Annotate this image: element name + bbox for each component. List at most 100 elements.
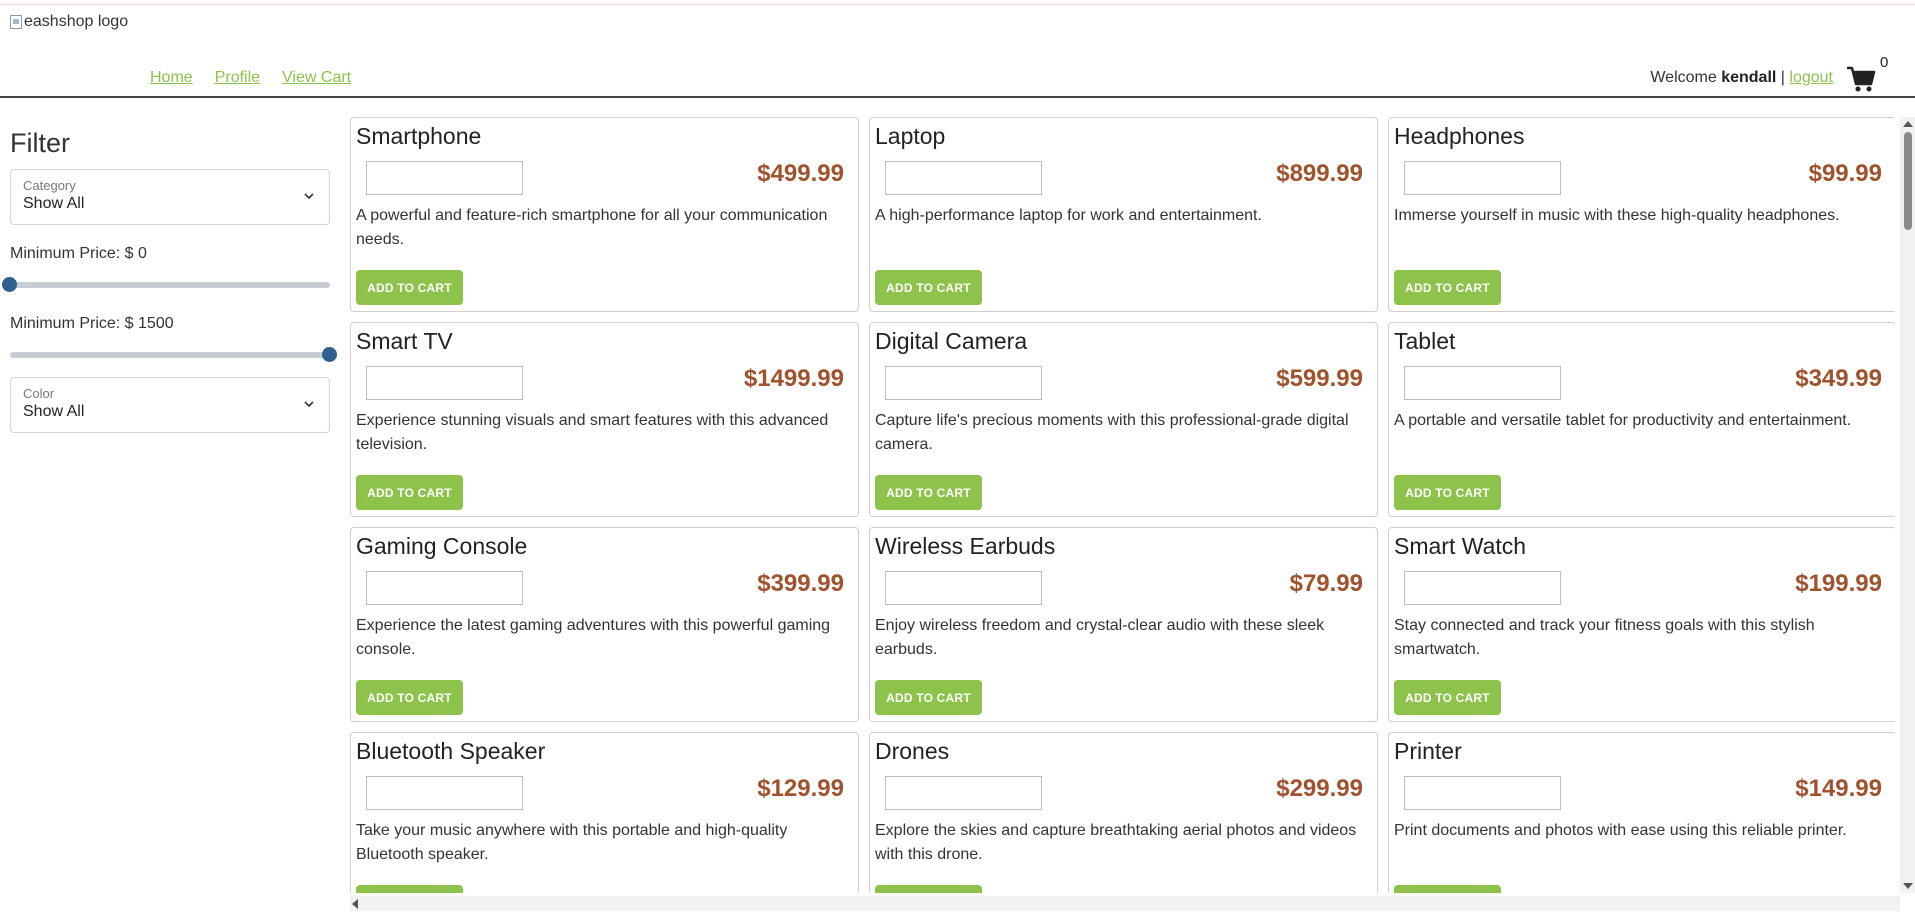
product-card: Tablet $349.99 A portable and versatile ta… [1388,322,1895,517]
add-to-cart-button[interactable]: ADD TO CART [1394,270,1501,305]
product-card: Printer $149.99 Print documents and photos… [1388,732,1895,893]
slider-track [10,352,330,358]
product-price: $99.99 [1808,160,1882,187]
add-to-cart-button[interactable]: ADD TO CART [356,680,463,715]
max-price-label: Minimum Price: $ 1500 [10,315,174,332]
add-to-cart-button[interactable]: ADD TO CART [875,885,982,893]
user-bar: Welcome kendall | logout [1650,69,1833,87]
add-to-cart-button[interactable]: ADD TO CART [356,475,463,510]
product-card: Laptop $899.99 A high-performance laptop f… [869,117,1378,312]
product-card: Smartphone $499.99 A powerful and feature-… [350,117,859,312]
scroll-down-arrow[interactable] [1903,883,1913,889]
product-name: Gaming Console [356,533,528,559]
product-name: Tablet [1394,328,1456,354]
product-card: Digital Camera $599.99 Capture life's prec… [869,322,1378,517]
separator: | [1780,69,1785,86]
add-to-cart-button[interactable]: ADD TO CART [356,885,463,893]
top-border [0,0,1915,5]
product-price: $399.99 [757,570,844,597]
product-name: Laptop [875,123,946,149]
username: kendall [1721,69,1777,86]
add-to-cart-button[interactable]: ADD TO CART [875,270,982,305]
scroll-left-arrow[interactable] [352,899,358,909]
quantity-input[interactable] [366,161,523,195]
product-description: Capture life's precious moments with thi… [875,412,1349,453]
logout-link[interactable]: logout [1789,69,1833,86]
welcome-text: Welcome [1650,69,1717,86]
product-description: Stay connected and track your fitness go… [1394,617,1815,658]
product-card: Wireless Earbuds $79.99 Enjoy wireless fre… [869,527,1378,722]
add-to-cart-button[interactable]: ADD TO CART [1394,885,1501,893]
quantity-input[interactable] [885,776,1042,810]
product-name: Digital Camera [875,328,1028,354]
scrollbar-thumb[interactable] [1904,132,1912,230]
quantity-input[interactable] [1404,776,1561,810]
nav-profile-link[interactable]: Profile [215,69,260,87]
add-to-cart-button[interactable]: ADD TO CART [356,270,463,305]
site-logo: eashshop logo [10,13,128,31]
main-nav: Home Profile View Cart [150,69,351,87]
product-description: Take your music anywhere with this porta… [356,822,788,863]
product-description: Immerse yourself in music with these hig… [1394,207,1840,224]
nav-home-link[interactable]: Home [150,69,193,87]
quantity-input[interactable] [366,776,523,810]
quantity-input[interactable] [1404,161,1561,195]
min-price-slider[interactable] [2,273,330,295]
min-price-label: Minimum Price: $ 0 [10,245,147,262]
product-price: $129.99 [757,775,844,802]
quantity-input[interactable] [885,161,1042,195]
color-select[interactable]: Color Show All [10,377,330,433]
product-name: Printer [1394,738,1462,764]
filter-title: Filter [10,128,70,158]
add-to-cart-button[interactable]: ADD TO CART [1394,680,1501,715]
product-description: Enjoy wireless freedom and crystal-clear… [875,617,1325,658]
product-grid: Smartphone $499.99 A powerful and feature-… [350,117,1895,893]
quantity-input[interactable] [366,571,523,605]
vertical-scrollbar[interactable] [1900,117,1915,893]
product-card: Smart TV $1499.99 Experience stunning visu… [350,322,859,517]
scroll-up-arrow[interactable] [1903,121,1913,127]
product-price: $299.99 [1276,775,1363,802]
product-card: Bluetooth Speaker $129.99 Take your music … [350,732,859,893]
product-name: Drones [875,738,950,764]
product-name: Wireless Earbuds [875,533,1056,559]
product-name: Bluetooth Speaker [356,738,546,764]
slider-track [10,282,330,288]
product-list: Smartphone $499.99 A powerful and feature-… [350,117,1895,893]
product-price: $1499.99 [743,365,844,392]
max-price-slider[interactable] [10,343,337,365]
slider-thumb[interactable] [2,277,17,292]
category-select[interactable]: Category Show All [10,169,330,225]
add-to-cart-button[interactable]: ADD TO CART [875,475,982,510]
quantity-input[interactable] [885,366,1042,400]
product-name: Smart Watch [1394,533,1527,559]
cart-count: 0 [1880,54,1889,71]
product-price: $349.99 [1795,365,1882,392]
product-card: Gaming Console $399.99 Experience the late… [350,527,859,722]
logo-alt-text: eashshop logo [24,13,129,30]
nav-view-cart-link[interactable]: View Cart [282,69,351,87]
product-description: A powerful and feature-rich smartphone f… [356,207,828,248]
product-card: Headphones $99.99 Immerse yourself in musi… [1388,117,1895,312]
broken-image-icon [10,15,22,29]
color-label: Color [23,386,55,401]
color-value: Show All [23,403,85,420]
add-to-cart-button[interactable]: ADD TO CART [1394,475,1501,510]
product-description: Experience stunning visuals and smart fe… [356,412,829,453]
product-price: $149.99 [1795,775,1882,802]
header-divider [0,96,1915,98]
slider-thumb[interactable] [322,347,337,362]
horizontal-scrollbar[interactable] [350,896,1900,911]
product-price: $199.99 [1795,570,1882,597]
quantity-input[interactable] [1404,571,1561,605]
filter-sidebar: Filter Category Show All Minimum Price: … [2,128,337,433]
product-price: $79.99 [1289,570,1363,597]
quantity-input[interactable] [1404,366,1561,400]
quantity-input[interactable] [885,571,1042,605]
category-label: Category [23,178,76,193]
product-name: Headphones [1394,123,1525,149]
add-to-cart-button[interactable]: ADD TO CART [875,680,982,715]
cart-icon[interactable] [1846,64,1876,94]
quantity-input[interactable] [366,366,523,400]
category-value: Show All [23,195,85,212]
